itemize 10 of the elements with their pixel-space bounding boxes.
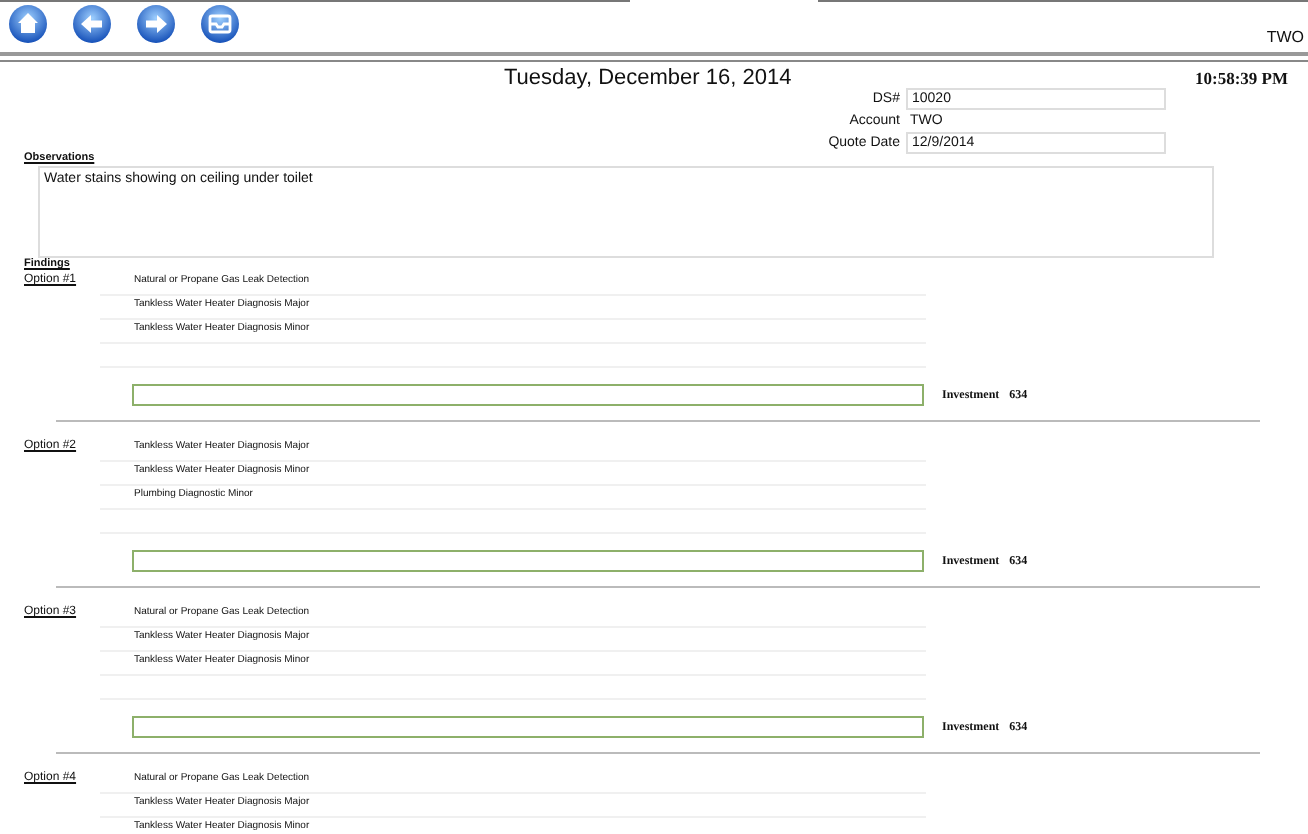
home-button[interactable] (8, 4, 48, 44)
date-heading: Tuesday, December 16, 2014 (504, 65, 792, 89)
input-field[interactable] (132, 550, 924, 572)
input-field[interactable] (132, 384, 924, 406)
forward-button[interactable] (136, 4, 176, 44)
clock-time: 10:58:39 PM (1194, 67, 1288, 87)
tray-button[interactable] (200, 4, 240, 44)
input-field[interactable] (132, 716, 924, 738)
account-name: TWO (1266, 28, 1304, 46)
back-button[interactable] (72, 4, 112, 44)
